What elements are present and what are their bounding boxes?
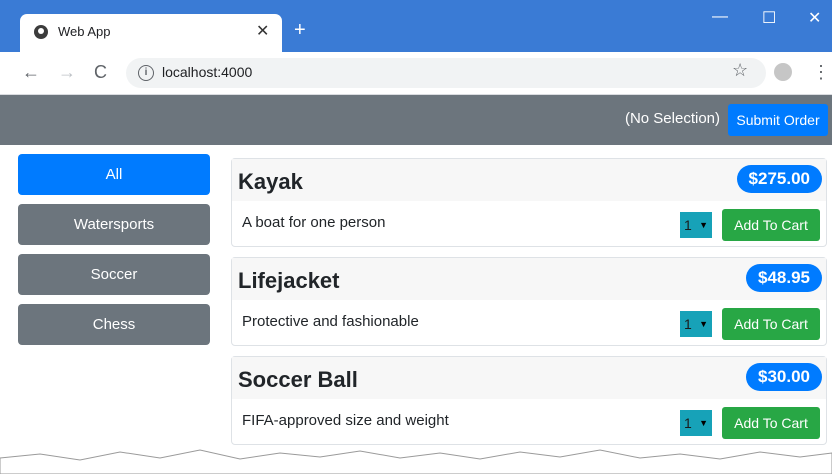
- product-card-header: Soccer Ball $30.00: [232, 357, 826, 399]
- add-to-cart-button[interactable]: Add To Cart: [722, 308, 820, 340]
- torn-edge-decoration: [0, 449, 832, 474]
- product-name: Soccer Ball: [238, 367, 358, 392]
- app-header: (No Selection) Submit Order: [0, 95, 832, 145]
- category-sidebar: All Watersports Soccer Chess: [18, 154, 210, 354]
- category-all-button[interactable]: All: [18, 154, 210, 195]
- price-badge: $275.00: [736, 165, 822, 193]
- info-icon[interactable]: i: [138, 65, 154, 81]
- reload-icon[interactable]: C: [94, 62, 107, 83]
- product-name: Lifejacket: [238, 268, 340, 293]
- forward-arrow-icon[interactable]: →: [58, 62, 76, 83]
- quantity-select[interactable]: 1 ▼: [680, 410, 712, 436]
- product-card: Lifejacket $48.95 Protective and fashion…: [231, 257, 827, 346]
- quantity-select[interactable]: 1 ▼: [680, 311, 712, 337]
- dropdown-arrow-icon: ▼: [699, 418, 708, 428]
- quantity-value: 1: [684, 316, 692, 332]
- product-card: Kayak $275.00 A boat for one person 1 ▼ …: [231, 158, 827, 247]
- quantity-value: 1: [684, 415, 692, 431]
- price-badge: $30.00: [746, 363, 822, 391]
- product-card-header: Kayak $275.00: [232, 159, 826, 201]
- category-soccer-button[interactable]: Soccer: [18, 254, 210, 295]
- url-field[interactable]: i localhost:4000: [126, 58, 766, 88]
- submit-order-button[interactable]: Submit Order: [728, 104, 828, 136]
- browser-titlebar: Web App ✕ + — ☐ ✕: [0, 0, 832, 52]
- add-to-cart-button[interactable]: Add To Cart: [722, 407, 820, 439]
- category-watersports-button[interactable]: Watersports: [18, 204, 210, 245]
- product-description: A boat for one person: [242, 214, 386, 231]
- bookmark-star-icon[interactable]: ☆: [732, 60, 748, 81]
- quantity-select[interactable]: 1 ▼: [680, 212, 712, 238]
- dropdown-arrow-icon: ▼: [699, 220, 708, 230]
- add-to-cart-button[interactable]: Add To Cart: [722, 209, 820, 241]
- product-description: Protective and fashionable: [242, 313, 419, 330]
- dropdown-arrow-icon: ▼: [699, 319, 708, 329]
- tab-title: Web App: [58, 24, 111, 39]
- category-chess-button[interactable]: Chess: [18, 304, 210, 345]
- back-arrow-icon[interactable]: ←: [22, 62, 40, 83]
- menu-dots-icon[interactable]: ⋮: [812, 62, 830, 83]
- close-window-icon[interactable]: ✕: [808, 8, 821, 28]
- profile-icon[interactable]: [774, 63, 792, 81]
- product-list: Kayak $275.00 A boat for one person 1 ▼ …: [231, 158, 827, 455]
- address-bar: ← → C i localhost:4000 ☆ ⋮: [0, 52, 832, 95]
- product-description: FIFA-approved size and weight: [242, 412, 449, 429]
- browser-tab[interactable]: Web App ✕: [20, 14, 282, 52]
- product-card-header: Lifejacket $48.95: [232, 258, 826, 300]
- globe-icon: [34, 25, 48, 39]
- selection-status: (No Selection): [624, 110, 720, 127]
- product-name: Kayak: [238, 169, 303, 194]
- price-badge: $48.95: [746, 264, 822, 292]
- new-tab-icon[interactable]: +: [294, 20, 306, 40]
- quantity-value: 1: [684, 217, 692, 233]
- minimize-icon[interactable]: —: [712, 8, 728, 26]
- url-text[interactable]: localhost:4000: [162, 64, 252, 80]
- tab-close-icon[interactable]: ✕: [256, 21, 269, 41]
- maximize-icon[interactable]: ☐: [762, 8, 776, 28]
- product-card: Soccer Ball $30.00 FIFA-approved size an…: [231, 356, 827, 445]
